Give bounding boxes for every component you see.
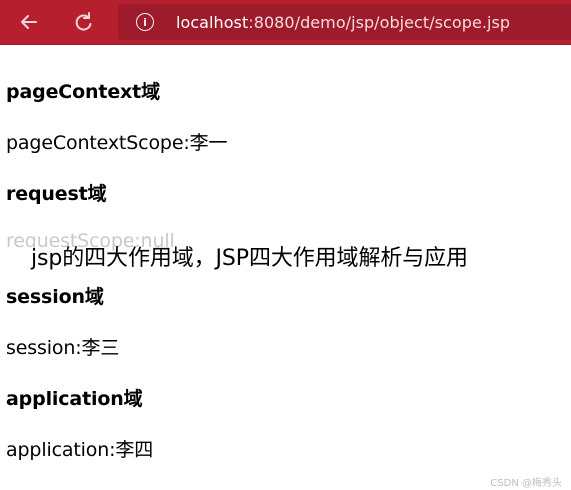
back-button[interactable] xyxy=(14,7,44,37)
address-bar[interactable]: i localhost:8080/demo/jsp/object/scope.j… xyxy=(118,4,571,40)
url-host: localhost xyxy=(176,12,249,32)
pagecontext-value: pageContextScope:李一 xyxy=(6,132,228,154)
application-value: application:李四 xyxy=(6,439,154,461)
url-text: localhost:8080/demo/jsp/object/scope.jsp xyxy=(176,13,510,32)
request-heading: request域 xyxy=(6,183,107,205)
watermark: CSDN @梅秀头 xyxy=(490,478,562,489)
back-arrow-icon xyxy=(21,15,37,29)
article-title-overlay: jsp的四大作用域，JSP四大作用域解析与应用 xyxy=(31,246,468,271)
browser-toolbar: i localhost:8080/demo/jsp/object/scope.j… xyxy=(0,0,571,45)
page-content: pageContext域 pageContextScope:李一 request… xyxy=(0,44,571,490)
application-heading: application域 xyxy=(6,388,143,410)
pagecontext-heading: pageContext域 xyxy=(6,81,160,103)
session-value: session:李三 xyxy=(6,337,120,359)
info-icon[interactable]: i xyxy=(136,13,154,31)
reload-icon xyxy=(75,12,92,31)
reload-button[interactable] xyxy=(68,7,98,37)
url-path: :8080/demo/jsp/object/scope.jsp xyxy=(248,12,511,32)
session-heading: session域 xyxy=(6,286,104,308)
